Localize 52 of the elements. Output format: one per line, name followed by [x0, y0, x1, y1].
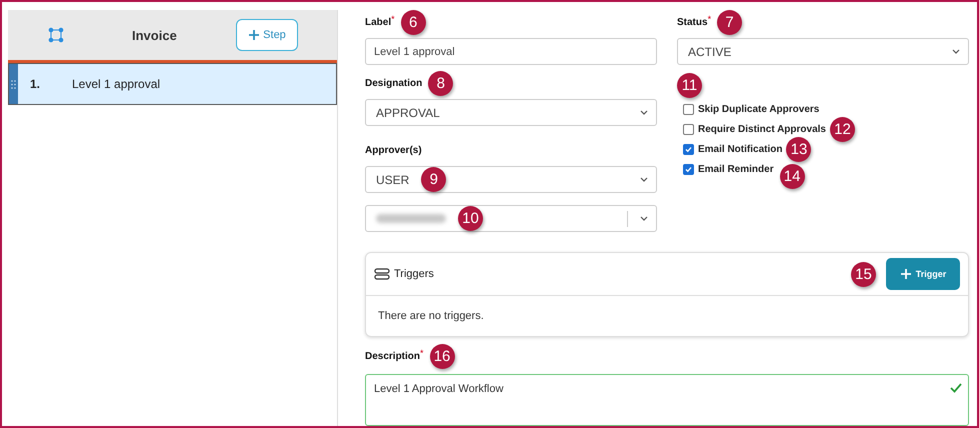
plus-icon — [248, 29, 260, 41]
step-number: 1. — [30, 77, 42, 91]
workflow-title: Invoice — [132, 28, 178, 42]
callout-badge: 11 — [677, 73, 702, 98]
chevron-down-icon — [640, 216, 648, 221]
step-label: Level 1 approval — [72, 77, 160, 91]
callout-badge: 12 — [830, 116, 855, 142]
checkbox-label: Email Notification — [698, 144, 782, 154]
redacted-value — [376, 214, 446, 223]
empty-message: There are no triggers. — [378, 310, 484, 322]
plus-icon — [900, 268, 912, 280]
checkbox-label: Require Distinct Approvals — [698, 124, 826, 134]
card-title: Triggers — [394, 268, 435, 280]
field-label: Approver(s) — [365, 144, 422, 156]
drag-handle-icon — [11, 80, 16, 88]
callout-badge: 6 — [400, 10, 426, 34]
callout-badge: 15 — [851, 262, 876, 286]
checkbox-label: Email Reminder — [698, 164, 774, 174]
field-label: Status — [677, 16, 708, 28]
chevron-down-icon — [640, 177, 648, 182]
check-icon — [950, 383, 962, 393]
field-label: Designation — [365, 78, 422, 88]
description-field[interactable]: Level 1 Approval Workflow — [365, 374, 969, 426]
required-mark: * — [391, 14, 395, 24]
callout-badge: 16 — [430, 344, 455, 368]
callout-badge: 14 — [780, 164, 805, 188]
checkbox[interactable] — [683, 164, 694, 174]
select-field[interactable]: APPROVAL — [365, 99, 657, 126]
step-item[interactable]: 1. Level 1 approval — [8, 63, 337, 105]
required-mark: * — [708, 14, 712, 24]
select-field[interactable]: USER 9 — [365, 166, 657, 193]
add-step-button[interactable]: Step — [236, 19, 298, 51]
select-field[interactable]: ACTIVE — [677, 38, 969, 65]
label-input[interactable]: Level 1 approval — [365, 38, 657, 65]
callout-badge: 8 — [428, 70, 454, 96]
checkbox[interactable] — [683, 144, 694, 154]
checkbox[interactable] — [683, 104, 694, 114]
add-trigger-button[interactable]: Trigger — [886, 258, 960, 290]
workflow-icon — [48, 27, 64, 43]
list-icon — [374, 268, 390, 280]
callout-badge: 13 — [786, 136, 812, 162]
required-mark: * — [420, 348, 424, 358]
callout-badge: 7 — [717, 10, 742, 34]
chevron-down-icon — [640, 110, 648, 115]
chevron-down-icon — [952, 49, 960, 54]
callout-badge: 10 — [458, 206, 483, 231]
field-label: Description — [365, 350, 420, 362]
field-label: Label — [365, 16, 392, 28]
checkbox[interactable] — [683, 124, 694, 134]
user-select-field[interactable]: 10 — [365, 205, 657, 232]
checkbox-label: Skip Duplicate Approvers — [698, 104, 820, 114]
callout-badge: 9 — [421, 167, 446, 192]
